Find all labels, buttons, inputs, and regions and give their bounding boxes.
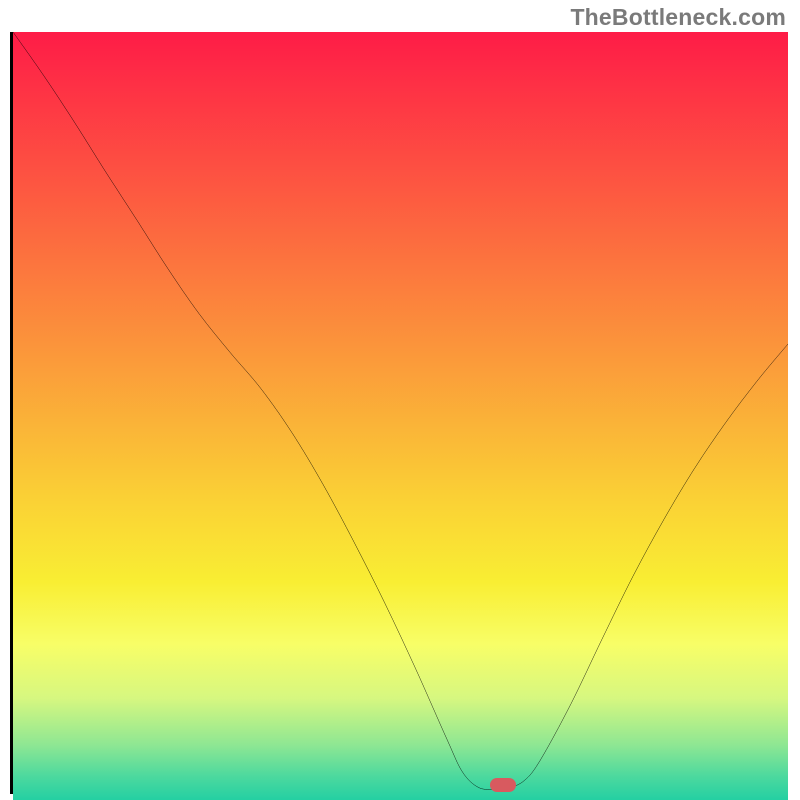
- plot-area: [10, 32, 788, 794]
- minimum-marker: [490, 778, 516, 792]
- chart-stage: TheBottleneck.com: [0, 0, 800, 800]
- watermark-text: TheBottleneck.com: [570, 4, 786, 31]
- bottleneck-curve: [13, 32, 788, 791]
